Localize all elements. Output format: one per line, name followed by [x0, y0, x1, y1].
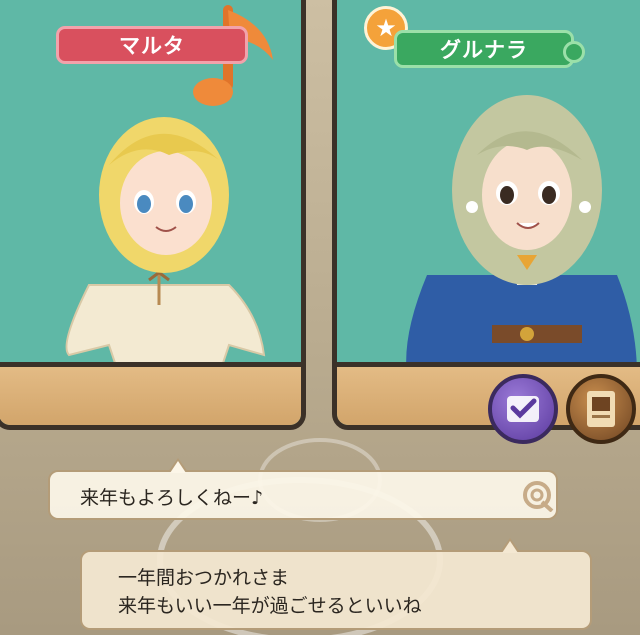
swirl-log-icon[interactable] [520, 478, 554, 512]
card-button[interactable] [566, 374, 636, 444]
card-icon [587, 391, 615, 427]
checkmark-icon [507, 396, 539, 422]
confirm-button[interactable] [488, 374, 558, 444]
gulnara-name-tag: グルナラ [394, 30, 585, 68]
marta-name-tag: マルタ [56, 26, 248, 64]
gulnara-portrait [406, 95, 637, 375]
dialogue-bubble-gulnara: 一年間おつかれさま 来年もいい一年が過ごせるといいね [80, 538, 592, 630]
tag-dot [563, 41, 585, 63]
dialogue-text-gulnara-line2: 来年もいい一年が過ごせるといいね [118, 595, 422, 617]
marta-name: マルタ [119, 34, 185, 58]
marta-portrait [65, 117, 266, 376]
left-panel-floor [0, 362, 301, 425]
dialogue-text-gulnara-line1: 一年間おつかれさま [118, 567, 290, 589]
dialogue-text-marta: 来年もよろしくねー♪ [80, 487, 264, 509]
gulnara-name: グルナラ [440, 38, 528, 62]
dialogue-bubble-marta: 来年もよろしくねー♪ [48, 458, 558, 520]
